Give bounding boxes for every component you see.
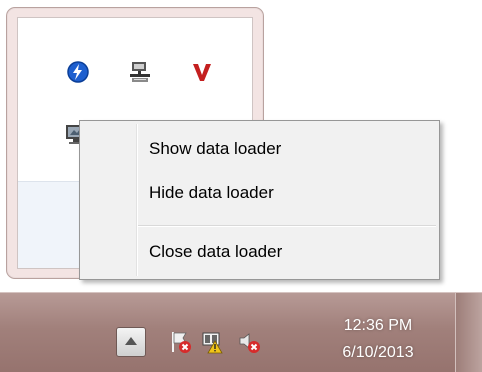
show-hidden-icons-button[interactable] bbox=[116, 327, 146, 357]
clock-date: 6/10/2013 bbox=[342, 344, 414, 361]
volume-muted-icon[interactable] bbox=[237, 330, 261, 354]
network-computer-icon[interactable] bbox=[128, 60, 152, 84]
taskbar-clock[interactable]: 12:36 PM 6/10/2013 bbox=[322, 312, 434, 366]
network-warning-icon[interactable] bbox=[200, 330, 224, 354]
v-app-icon[interactable] bbox=[190, 60, 214, 84]
menu-separator bbox=[138, 225, 436, 227]
clock-time: 12:36 PM bbox=[343, 317, 413, 334]
menu-item-close-data-loader[interactable]: Close data loader bbox=[83, 235, 436, 269]
action-center-flag-icon[interactable] bbox=[168, 330, 192, 354]
lightning-icon[interactable] bbox=[66, 60, 90, 84]
show-desktop-button[interactable] bbox=[455, 293, 482, 372]
menu-item-hide-data-loader[interactable]: Hide data loader bbox=[83, 176, 436, 210]
menu-item-show-data-loader[interactable]: Show data loader bbox=[83, 132, 436, 166]
taskbar: 12:36 PM 6/10/2013 bbox=[0, 292, 482, 372]
chevron-up-icon bbox=[125, 337, 137, 345]
data-loader-context-menu: Show data loader Hide data loader Close … bbox=[79, 120, 440, 280]
